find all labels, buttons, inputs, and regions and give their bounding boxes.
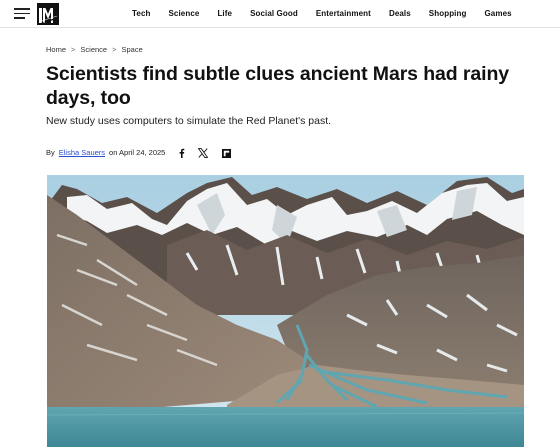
nav-item-games[interactable]: Games — [484, 9, 511, 18]
breadcrumb-separator: > — [112, 45, 117, 54]
byline-prefix: By — [46, 148, 55, 157]
site-logo[interactable] — [37, 3, 59, 25]
byline: By Elisha Sauers on April 24, 2025 — [46, 148, 165, 157]
publish-date: on April 24, 2025 — [109, 148, 166, 157]
article-title: Scientists find subtle clues ancient Mar… — [46, 63, 510, 109]
primary-nav: Tech Science Life Social Good Entertainm… — [132, 0, 530, 27]
breadcrumb-science[interactable]: Science — [80, 45, 107, 54]
breadcrumb-home[interactable]: Home — [46, 45, 66, 54]
breadcrumb-separator: > — [71, 45, 76, 54]
flipboard-icon[interactable] — [220, 147, 232, 159]
x-icon[interactable] — [197, 147, 209, 159]
nav-item-tech[interactable]: Tech — [132, 9, 150, 18]
breadcrumb-space[interactable]: Space — [121, 45, 142, 54]
top-navigation-bar: Tech Science Life Social Good Entertainm… — [0, 0, 560, 28]
article-subtitle: New study uses computers to simulate the… — [46, 115, 332, 127]
menu-icon[interactable] — [14, 8, 30, 19]
author-link[interactable]: Elisha Sauers — [59, 148, 105, 157]
nav-item-science[interactable]: Science — [168, 9, 199, 18]
breadcrumb: Home > Science > Space — [46, 45, 143, 54]
nav-item-shopping[interactable]: Shopping — [429, 9, 467, 18]
nav-item-entertainment[interactable]: Entertainment — [316, 9, 371, 18]
hero-image — [47, 175, 524, 447]
nav-item-life[interactable]: Life — [217, 9, 232, 18]
facebook-icon[interactable] — [175, 147, 187, 159]
nav-item-social-good[interactable]: Social Good — [250, 9, 298, 18]
nav-item-deals[interactable]: Deals — [389, 9, 411, 18]
